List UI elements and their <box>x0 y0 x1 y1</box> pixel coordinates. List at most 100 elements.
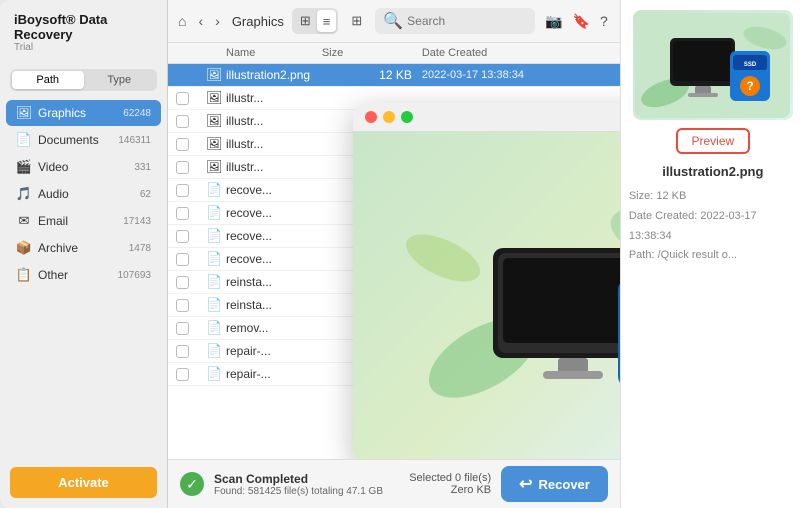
camera-button[interactable]: 📷 <box>543 11 564 32</box>
home-button[interactable]: ⌂ <box>178 13 186 29</box>
sidebar-item-email[interactable]: ✉ Email 17143 <box>6 208 161 234</box>
view-toggle: ⊞ ≡ <box>292 8 339 34</box>
sidebar-label-audio: Audio <box>38 187 136 201</box>
tab-type[interactable]: Type <box>84 71 156 89</box>
search-box: 🔍 <box>375 8 535 34</box>
row-checkbox[interactable] <box>176 368 189 381</box>
file-name: illustr... <box>226 114 322 128</box>
row-checkbox[interactable] <box>176 207 189 220</box>
file-name: repair-... <box>226 367 322 381</box>
sidebar-item-audio[interactable]: 🎵 Audio 62 <box>6 181 161 207</box>
row-checkbox[interactable] <box>176 138 189 151</box>
size-value: 12 KB <box>656 190 686 202</box>
sidebar-items: 🖼 Graphics 62248 📄 Documents 146311 🎬 Vi… <box>0 99 167 457</box>
sidebar: iBoysoft® Data Recovery Trial Path Type … <box>0 0 168 508</box>
sidebar-count-audio: 62 <box>140 189 151 200</box>
file-type-icon: 🖼 <box>206 67 226 83</box>
search-icon: 🔍 <box>383 11 403 31</box>
sidebar-count-video: 331 <box>134 162 151 173</box>
file-name: recove... <box>226 183 322 197</box>
header-date: Date Created <box>422 47 582 59</box>
svg-text:SSD: SSD <box>744 62 757 68</box>
sidebar-icon-graphics: 🖼 <box>16 105 32 121</box>
recover-button[interactable]: ↩ Recover <box>501 466 608 502</box>
file-name: recove... <box>226 252 322 266</box>
sidebar-label-video: Video <box>38 160 130 174</box>
sidebar-item-graphics[interactable]: 🖼 Graphics 62248 <box>6 100 161 126</box>
row-checkbox[interactable] <box>176 69 189 82</box>
row-checkbox[interactable] <box>176 322 189 335</box>
recover-label: Recover <box>539 477 590 492</box>
tab-path[interactable]: Path <box>12 71 84 89</box>
sidebar-label-graphics: Graphics <box>38 106 119 120</box>
row-checkbox[interactable] <box>176 299 189 312</box>
row-checkbox[interactable] <box>176 184 189 197</box>
bookmark-button[interactable]: 🔖 <box>571 11 592 32</box>
path-value: /Quick result o... <box>658 249 737 261</box>
row-checkbox[interactable] <box>176 230 189 243</box>
sidebar-item-archive[interactable]: 📦 Archive 1478 <box>6 235 161 261</box>
row-checkbox[interactable] <box>176 345 189 358</box>
sidebar-icon-archive: 📦 <box>16 240 32 256</box>
traffic-light-yellow[interactable] <box>383 111 395 123</box>
toolbar-right: 📷 🔖 ? <box>543 11 610 32</box>
file-type-icon: 📄 <box>206 205 226 221</box>
file-type-icon: 🖼 <box>206 90 226 106</box>
status-bar: ✓ Scan Completed Found: 581425 file(s) t… <box>168 459 620 508</box>
app-title: iBoysoft® Data Recovery <box>14 12 153 42</box>
file-name: reinsta... <box>226 275 322 289</box>
file-type-icon: 🖼 <box>206 136 226 152</box>
date-label: Date Created: <box>629 210 697 222</box>
svg-text:?: ? <box>747 79 754 93</box>
file-name: recove... <box>226 206 322 220</box>
sidebar-icon-video: 🎬 <box>16 159 32 175</box>
file-type-icon: 📄 <box>206 274 226 290</box>
path-label: Path: <box>629 249 655 261</box>
file-type-icon: 🖼 <box>206 113 226 129</box>
sidebar-item-documents[interactable]: 📄 Documents 146311 <box>6 127 161 153</box>
sidebar-icon-documents: 📄 <box>16 132 32 148</box>
file-type-icon: 📄 <box>206 366 226 382</box>
file-date: 2022-03-17 13:38:34 <box>422 69 582 81</box>
file-type-icon: 📄 <box>206 182 226 198</box>
row-checkbox[interactable] <box>176 115 189 128</box>
row-checkbox[interactable] <box>176 161 189 174</box>
app-subtitle: Trial <box>14 42 153 53</box>
traffic-light-green[interactable] <box>401 111 413 123</box>
file-list-header: Name Size Date Created <box>168 43 620 64</box>
scan-info: Scan Completed Found: 581425 file(s) tot… <box>214 472 399 497</box>
filter-button[interactable]: ⊞ <box>346 10 367 32</box>
sidebar-item-video[interactable]: 🎬 Video 331 <box>6 154 161 180</box>
help-button[interactable]: ? <box>598 11 610 32</box>
forward-button[interactable]: › <box>211 11 224 31</box>
row-checkbox[interactable] <box>176 276 189 289</box>
sidebar-footer: Activate <box>0 457 167 508</box>
preview-button[interactable]: Preview <box>676 128 751 154</box>
preview-date-row: Date Created: 2022-03-17 13:38:34 <box>629 207 797 247</box>
preview-filename: illustration2.png <box>662 164 763 179</box>
sidebar-label-archive: Archive <box>38 241 125 255</box>
preview-path-row: Path: /Quick result o... <box>629 246 797 266</box>
sidebar-header: iBoysoft® Data Recovery Trial <box>0 0 167 61</box>
overlay-preview: SSD ? <box>353 103 620 459</box>
sidebar-icon-audio: 🎵 <box>16 186 32 202</box>
traffic-light-red[interactable] <box>365 111 377 123</box>
row-checkbox[interactable] <box>176 253 189 266</box>
sidebar-count-graphics: 62248 <box>123 108 151 119</box>
header-size: Size <box>322 47 422 59</box>
file-type-icon: 📄 <box>206 297 226 313</box>
scan-title: Scan Completed <box>214 472 399 486</box>
table-row[interactable]: 🖼 illustration2.png 12 KB 2022-03-17 13:… <box>168 64 620 87</box>
sidebar-count-archive: 1478 <box>129 243 151 254</box>
toolbar: ⌂ ‹ › Graphics ⊞ ≡ ⊞ 🔍 📷 🔖 ? <box>168 0 620 43</box>
preview-details: Size: 12 KB Date Created: 2022-03-17 13:… <box>629 187 797 266</box>
sidebar-item-other[interactable]: 📋 Other 107693 <box>6 262 161 288</box>
file-name: illustr... <box>226 160 322 174</box>
back-button[interactable]: ‹ <box>194 11 207 31</box>
search-input[interactable] <box>407 14 527 28</box>
row-checkbox[interactable] <box>176 92 189 105</box>
activate-button[interactable]: Activate <box>10 467 157 498</box>
list-view-button[interactable]: ≡ <box>317 10 337 32</box>
file-size: 12 KB <box>322 68 422 82</box>
grid-view-button[interactable]: ⊞ <box>294 10 317 32</box>
